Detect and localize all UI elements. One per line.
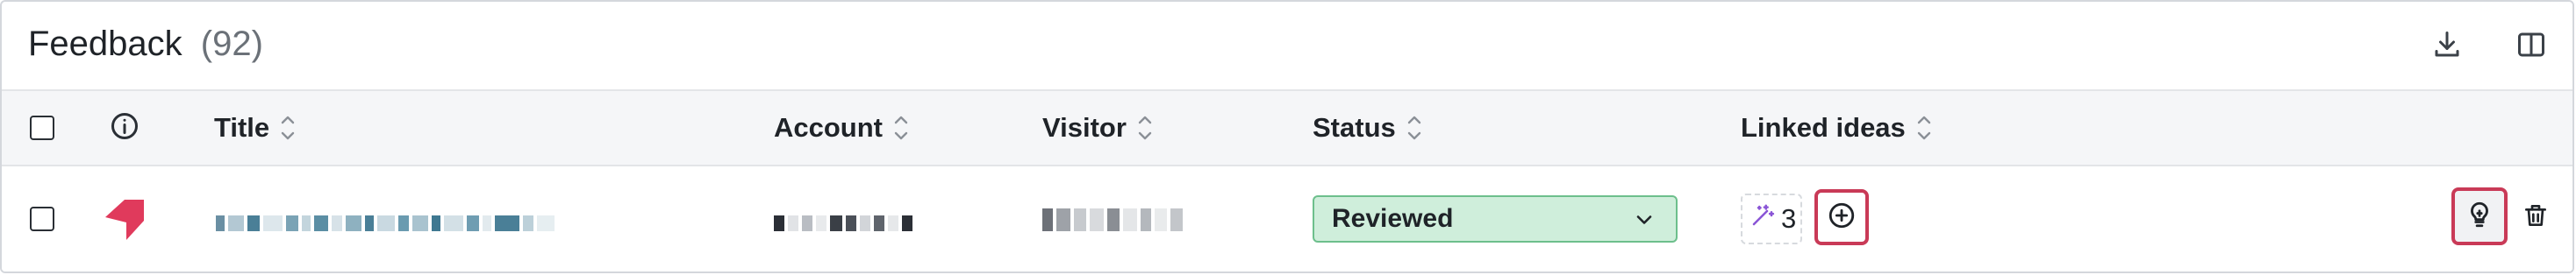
promote-to-idea-button[interactable] (2451, 187, 2508, 245)
trash-icon (2522, 201, 2550, 234)
column-header-account[interactable]: Account (774, 112, 909, 144)
sort-icon[interactable] (1916, 112, 1932, 144)
sort-icon[interactable] (280, 112, 296, 144)
status-select[interactable]: Reviewed (1313, 195, 1678, 243)
row-checkbox[interactable] (30, 207, 54, 231)
info-icon[interactable] (109, 110, 140, 149)
sort-icon[interactable] (1406, 112, 1422, 144)
table-row[interactable]: Reviewed 3 (2, 166, 2572, 271)
redacted-account[interactable] (774, 215, 916, 231)
column-title-label: Title (214, 112, 270, 143)
split-view-icon[interactable] (2511, 25, 2551, 65)
chevron-down-icon (1632, 208, 1657, 239)
feedback-count: (92) (200, 25, 263, 63)
column-visitor-label: Visitor (1042, 112, 1127, 143)
column-status-label: Status (1313, 112, 1396, 143)
column-header-title[interactable]: Title (214, 112, 296, 144)
column-header-status[interactable]: Status (1313, 112, 1422, 144)
select-all-checkbox[interactable] (30, 116, 54, 140)
sort-icon[interactable] (893, 112, 909, 144)
column-linked-ideas-label: Linked ideas (1741, 112, 1906, 143)
redacted-visitor[interactable] (1042, 208, 1186, 231)
feedback-panel: Feedback (92) Title Account Visitor Stat… (0, 0, 2574, 273)
sort-icon[interactable] (1137, 112, 1153, 144)
magic-wand-icon (1750, 202, 1776, 236)
column-header-linked-ideas[interactable]: Linked ideas (1741, 112, 1932, 144)
table-header: Title Account Visitor Status Linked idea (2, 91, 2572, 166)
status-value: Reviewed (1332, 204, 1454, 233)
add-linked-idea-button[interactable] (1814, 189, 1869, 245)
title-text: Feedback (28, 25, 182, 63)
column-header-visitor[interactable]: Visitor (1042, 112, 1153, 144)
lightbulb-icon (2465, 200, 2494, 234)
panel-header: Feedback (92) (2, 2, 2572, 91)
download-icon[interactable] (2427, 25, 2467, 65)
brand-logo-icon (102, 198, 147, 248)
redacted-title[interactable] (216, 215, 558, 231)
info-column-header (109, 110, 140, 149)
page-title: Feedback (92) (28, 25, 263, 64)
column-account-label: Account (774, 112, 883, 143)
linked-ideas-count: 3 (1781, 203, 1797, 234)
delete-button[interactable] (2518, 196, 2553, 238)
plus-circle-icon (1827, 201, 1857, 235)
linked-ideas-badge[interactable]: 3 (1741, 194, 1802, 244)
